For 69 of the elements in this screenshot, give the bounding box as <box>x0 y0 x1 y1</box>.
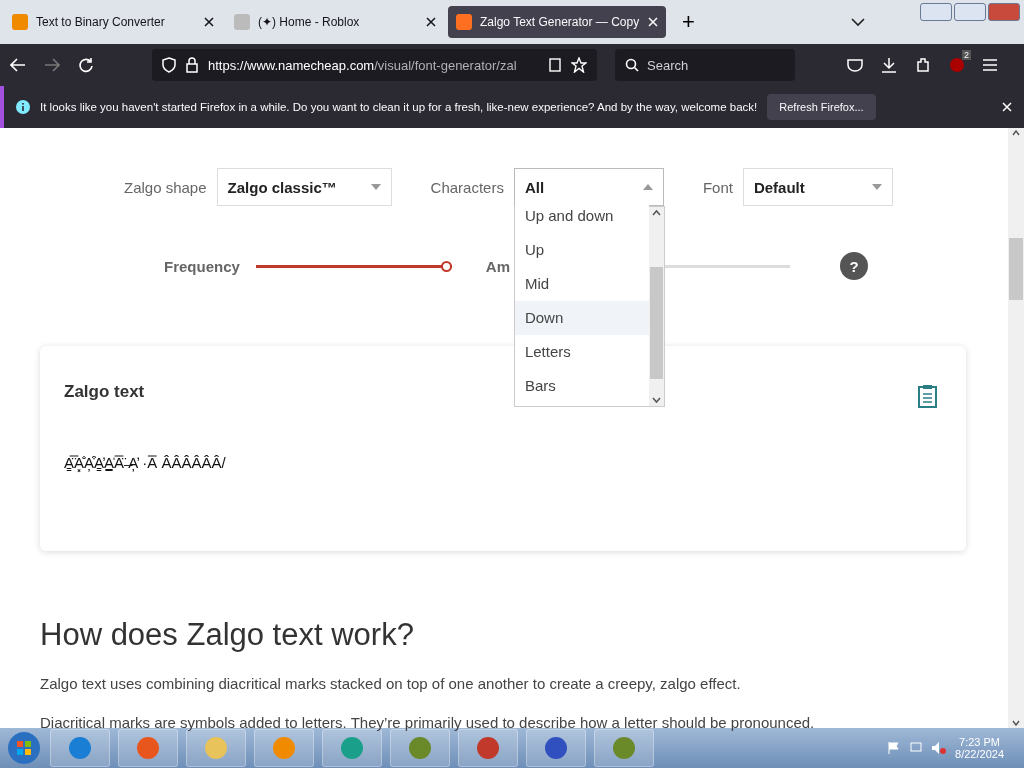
notification-message: It looks like you haven't started Firefox in a while. Do you want to clean it up for a fresh, like-new experience? And by the way, welcome back! <box>40 101 758 113</box>
reload-icon[interactable] <box>78 57 94 73</box>
dropdown-select[interactable]: Default <box>742 168 893 206</box>
app-icon <box>203 735 229 761</box>
star-icon[interactable] <box>571 57 587 73</box>
back-icon[interactable] <box>10 58 26 72</box>
control-label: Characters <box>430 178 504 196</box>
control-label: Font <box>702 178 733 196</box>
caret-icon <box>370 184 381 190</box>
caret-icon <box>871 184 882 190</box>
search-field[interactable]: Search <box>615 49 795 81</box>
menu-icon[interactable] <box>983 59 997 71</box>
control-label: Zalgo shape <box>124 178 207 196</box>
card-title: Zalgo text <box>64 382 145 402</box>
address-bar[interactable]: https://www.namecheap.com/visual/font-generator/zal <box>152 49 597 81</box>
taskbar-app[interactable] <box>526 729 586 767</box>
start-button[interactable] <box>6 730 42 766</box>
taskbar-app[interactable] <box>118 729 178 767</box>
app-icon <box>407 735 433 761</box>
taskbar-app[interactable] <box>458 729 518 767</box>
taskbar-app[interactable] <box>594 729 654 767</box>
slider-label: Frequency <box>164 257 240 275</box>
dropdown-option[interactable]: Down <box>514 301 649 335</box>
scroll-down-icon[interactable] <box>1010 718 1022 728</box>
scroll-up-icon[interactable] <box>1010 128 1022 138</box>
app-icon <box>339 735 365 761</box>
taskbar-app[interactable] <box>390 729 450 767</box>
app-icon <box>135 735 161 761</box>
pocket-icon[interactable] <box>847 58 863 72</box>
close-icon[interactable] <box>426 17 436 27</box>
site-icon <box>12 14 28 30</box>
app-icon <box>67 735 93 761</box>
puzzle-icon[interactable] <box>915 57 931 73</box>
close-icon[interactable] <box>204 17 214 27</box>
section-heading: How does Zalgo text work? <box>40 617 415 653</box>
flag-icon[interactable] <box>887 741 902 755</box>
app-icon <box>543 735 569 761</box>
scrollbar-thumb[interactable] <box>1009 238 1023 300</box>
shield-icon[interactable] <box>162 57 176 73</box>
browser-tab[interactable]: Zalgo Text Generator — Copy <box>448 6 666 38</box>
info-icon <box>16 100 30 114</box>
notification-badge: 2 <box>962 50 971 60</box>
browser-tab[interactable]: Text to Binary Converter <box>4 6 222 38</box>
app-icon <box>611 735 637 761</box>
app-icon <box>475 735 501 761</box>
zalgo-output-text: A̳̿̈A͓̐A̦͒A̳̓A͇̍A̿̈ ̶A̦̓ ·A̿ ÂÂÂÂÂÂ/ <box>64 454 226 471</box>
paragraph: Zalgo text uses combining diacritical marks stacked on top of one another to create a creepy, zalgo effect. <box>40 675 742 692</box>
refresh-firefox-button[interactable]: Refresh Firefox... <box>767 94 876 120</box>
taskbar-app[interactable] <box>50 729 110 767</box>
maximize-button[interactable] <box>954 3 986 21</box>
caret-icon <box>642 184 653 190</box>
minimize-button[interactable] <box>920 3 952 21</box>
reader-view-icon[interactable] <box>549 58 561 72</box>
forward-icon[interactable] <box>44 58 60 72</box>
new-tab-button[interactable]: + <box>682 9 695 35</box>
search-icon <box>625 58 639 72</box>
download-icon[interactable] <box>881 57 897 73</box>
clipboard-icon[interactable] <box>916 384 938 408</box>
site-icon <box>456 14 472 30</box>
dropdown-select[interactable]: Zalgo classic™ <box>216 168 392 206</box>
muted-speaker-icon[interactable] <box>931 741 948 755</box>
lock-icon <box>186 57 198 73</box>
paragraph: Diacritical marks are symbols added to letters. They’re primarily used to describe how a letter should be pronounced. <box>40 714 816 731</box>
slider-label: Am <box>485 257 511 275</box>
app-icon <box>271 735 297 761</box>
help-button[interactable]: ? <box>840 252 869 280</box>
browser-tab[interactable]: (✦) Home - Roblox <box>226 6 444 38</box>
chevron-down-icon[interactable] <box>850 17 865 27</box>
scrollbar-thumb[interactable] <box>649 267 663 379</box>
